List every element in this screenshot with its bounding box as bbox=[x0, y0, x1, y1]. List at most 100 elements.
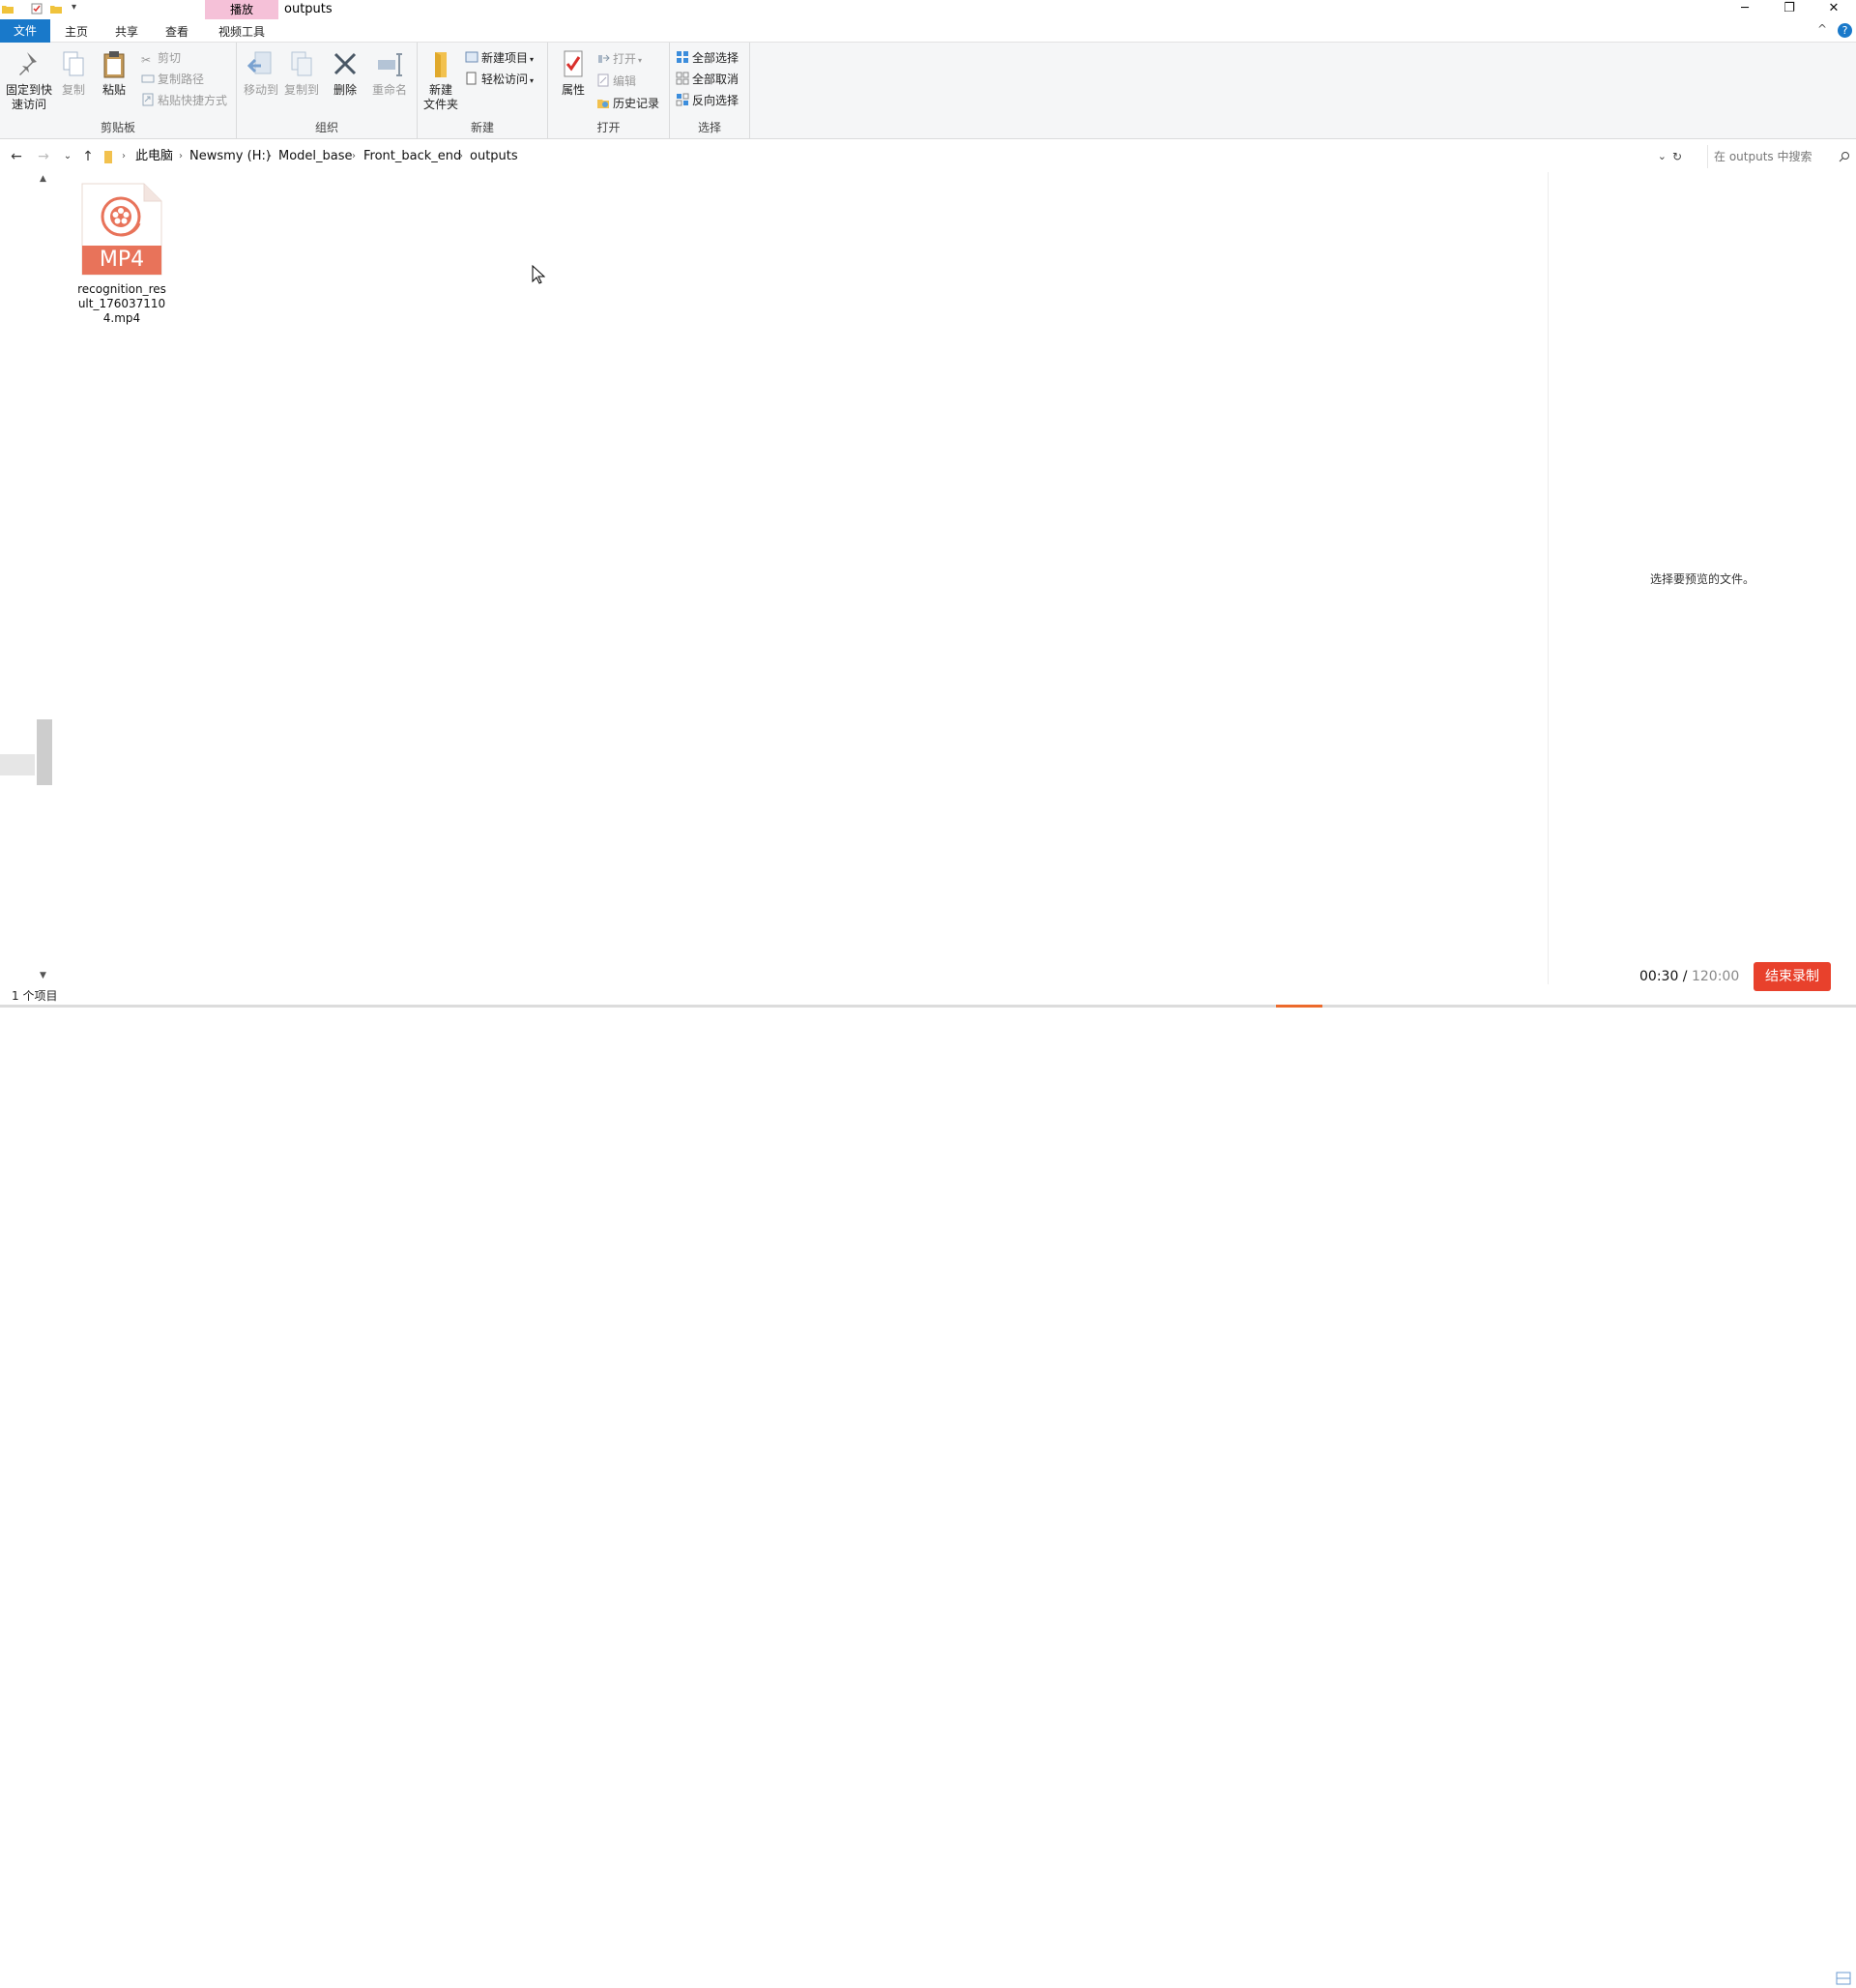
copy-to-button[interactable]: 复制到 bbox=[282, 48, 321, 98]
help-icon[interactable]: ? bbox=[1838, 23, 1852, 38]
recent-locations-chevron-icon[interactable]: ⌄ bbox=[59, 147, 76, 166]
new-item-icon bbox=[465, 51, 478, 63]
select-none-button[interactable]: 全部取消 bbox=[676, 71, 739, 88]
restore-button[interactable]: ❐ bbox=[1767, 0, 1812, 19]
scroll-down-arrow-icon[interactable]: ▼ bbox=[40, 971, 46, 980]
customize-qat-icon[interactable]: ▾ bbox=[72, 2, 76, 13]
folder-icon bbox=[104, 151, 112, 163]
select-all-label: 全部选择 bbox=[692, 51, 740, 65]
breadcrumb-drive[interactable]: Newsmy (H:) bbox=[189, 145, 271, 168]
address-history-chevron-icon[interactable]: ⌄ bbox=[1658, 145, 1667, 168]
copy-icon bbox=[63, 51, 84, 76]
breadcrumb-separator-icon[interactable]: › bbox=[352, 145, 356, 168]
tab-home[interactable]: 主页 bbox=[56, 21, 97, 43]
breadcrumb-separator-icon[interactable]: › bbox=[179, 145, 183, 168]
select-none-label: 全部取消 bbox=[692, 73, 740, 86]
open-button[interactable]: 打开 ▾ bbox=[596, 50, 642, 70]
breadcrumb-outputs[interactable]: outputs bbox=[470, 145, 518, 168]
paste-icon bbox=[103, 51, 125, 78]
properties-label: 属性 bbox=[561, 83, 585, 97]
move-to-button[interactable]: 移动到 bbox=[242, 48, 280, 98]
navigation-bar: ← → ⌄ ↑ › 此电脑 › Newsmy (H:) › Model_base… bbox=[0, 145, 1856, 168]
minimize-button[interactable]: ─ bbox=[1723, 0, 1767, 19]
breadcrumb-model-base[interactable]: Model_base bbox=[278, 145, 353, 168]
pin-label-2: 速访问 bbox=[11, 98, 46, 111]
copy-button[interactable]: 复制 bbox=[56, 48, 91, 98]
tab-share[interactable]: 共享 bbox=[106, 21, 147, 43]
ribbon-group-organize: 移动到 复制到 删除 重命名 组织 bbox=[237, 43, 418, 139]
delete-button[interactable]: 删除 bbox=[330, 48, 361, 98]
new-item-label: 新建项目 bbox=[481, 51, 529, 65]
breadcrumb-separator-icon[interactable]: › bbox=[268, 145, 272, 168]
easy-access-label: 轻松访问 bbox=[481, 73, 529, 86]
new-folder-button[interactable]: 新建 文件夹 bbox=[420, 48, 462, 112]
copy-path-button[interactable]: 复制路径 bbox=[141, 71, 204, 88]
forward-arrow-icon[interactable]: → bbox=[35, 147, 52, 166]
properties-button[interactable]: 属性 bbox=[556, 48, 591, 98]
breadcrumb-separator-icon[interactable]: › bbox=[459, 145, 463, 168]
tab-file[interactable]: 文件 bbox=[0, 19, 50, 43]
breadcrumb-this-pc[interactable]: 此电脑 bbox=[135, 145, 173, 168]
move-to-icon bbox=[246, 51, 272, 74]
invert-selection-icon bbox=[676, 93, 689, 106]
copy-path-icon bbox=[141, 74, 155, 83]
delete-label: 删除 bbox=[333, 83, 357, 97]
invert-selection-button[interactable]: 反向选择 bbox=[676, 92, 739, 109]
new-item-button[interactable]: 新建项目 ▾ bbox=[465, 49, 534, 69]
address-bar[interactable]: › 此电脑 › Newsmy (H:) › Model_base › Front… bbox=[101, 145, 1686, 168]
delete-x-icon bbox=[334, 52, 357, 75]
move-to-label: 移动到 bbox=[243, 83, 278, 97]
search-box[interactable]: 在 outputs 中搜索 bbox=[1707, 145, 1856, 168]
scroll-up-arrow-icon[interactable]: ▲ bbox=[40, 174, 46, 184]
file-list-area[interactable] bbox=[52, 172, 1548, 984]
context-tab-play: 播放 bbox=[205, 0, 278, 19]
breadcrumb-front-back-end[interactable]: Front_back_end bbox=[363, 145, 461, 168]
select-all-button[interactable]: 全部选择 bbox=[676, 49, 739, 67]
file-name: recognition_result_1760371104.mp4 bbox=[77, 282, 166, 325]
organize-group-label: 组织 bbox=[314, 121, 338, 134]
tab-view[interactable]: 查看 bbox=[157, 21, 197, 43]
new-folder-label-2: 文件夹 bbox=[422, 98, 458, 111]
rename-button[interactable]: 重命名 bbox=[368, 48, 411, 98]
scrollbar-thumb[interactable] bbox=[37, 719, 52, 785]
ribbon-group-clipboard: 固定到快 速访问 复制 粘贴 ✂ 剪切 复制路径 粘贴快捷方式 剪贴板 bbox=[0, 43, 237, 139]
folder-icon bbox=[2, 6, 14, 14]
view-toggle-icon[interactable] bbox=[1833, 1969, 1854, 1988]
back-arrow-icon[interactable]: ← bbox=[8, 147, 25, 166]
breadcrumb-separator-icon[interactable]: › bbox=[122, 145, 126, 168]
recording-elapsed: 00:30 bbox=[1639, 969, 1679, 984]
properties-icon bbox=[564, 50, 583, 77]
navigation-pane-scrollbar[interactable]: ▲ ▼ bbox=[37, 172, 52, 982]
edit-icon bbox=[597, 73, 609, 87]
open-label: 打开 bbox=[613, 52, 637, 66]
ribbon-group-new: 新建 文件夹 新建项目 ▾ 轻松访问 ▾ 新建 bbox=[418, 43, 548, 139]
properties-check-icon[interactable] bbox=[31, 3, 43, 15]
easy-access-button[interactable]: 轻松访问 ▾ bbox=[465, 71, 534, 90]
edit-button[interactable]: 编辑 bbox=[596, 73, 636, 90]
pin-quick-access-button[interactable]: 固定到快 速访问 bbox=[4, 48, 54, 112]
new-folder-icon[interactable] bbox=[50, 3, 62, 15]
pin-icon bbox=[19, 52, 37, 75]
copy-label: 复制 bbox=[61, 83, 85, 97]
search-placeholder: 在 outputs 中搜索 bbox=[1714, 150, 1812, 163]
stop-recording-button[interactable]: 结束录制 bbox=[1754, 962, 1831, 991]
select-none-icon bbox=[676, 72, 689, 85]
refresh-icon[interactable]: ↻ bbox=[1672, 145, 1682, 168]
file-item[interactable]: MP4 recognition_result_1760371104.mp4 bbox=[75, 182, 168, 326]
paste-button[interactable]: 粘贴 bbox=[97, 48, 131, 98]
dropdown-caret-icon: ▾ bbox=[530, 55, 535, 64]
open-icon bbox=[598, 54, 610, 63]
collapse-ribbon-button[interactable]: ^ bbox=[1817, 22, 1827, 36]
nav-pane-selected-item[interactable] bbox=[0, 754, 35, 775]
mp4-badge: MP4 bbox=[99, 248, 145, 272]
tab-video-tools[interactable]: 视频工具 bbox=[205, 21, 278, 43]
title-bar: ▾ 播放 outputs ─ ❐ ✕ bbox=[0, 0, 1856, 19]
up-arrow-icon[interactable]: ↑ bbox=[79, 147, 97, 166]
select-group-label: 选择 bbox=[697, 121, 721, 134]
paste-shortcut-button[interactable]: 粘贴快捷方式 bbox=[141, 92, 227, 109]
cut-button[interactable]: ✂ 剪切 bbox=[141, 49, 181, 67]
recording-separator: / bbox=[1678, 969, 1692, 984]
history-button[interactable]: 历史记录 bbox=[596, 95, 659, 112]
close-button[interactable]: ✕ bbox=[1812, 0, 1856, 19]
select-all-icon bbox=[677, 51, 688, 63]
